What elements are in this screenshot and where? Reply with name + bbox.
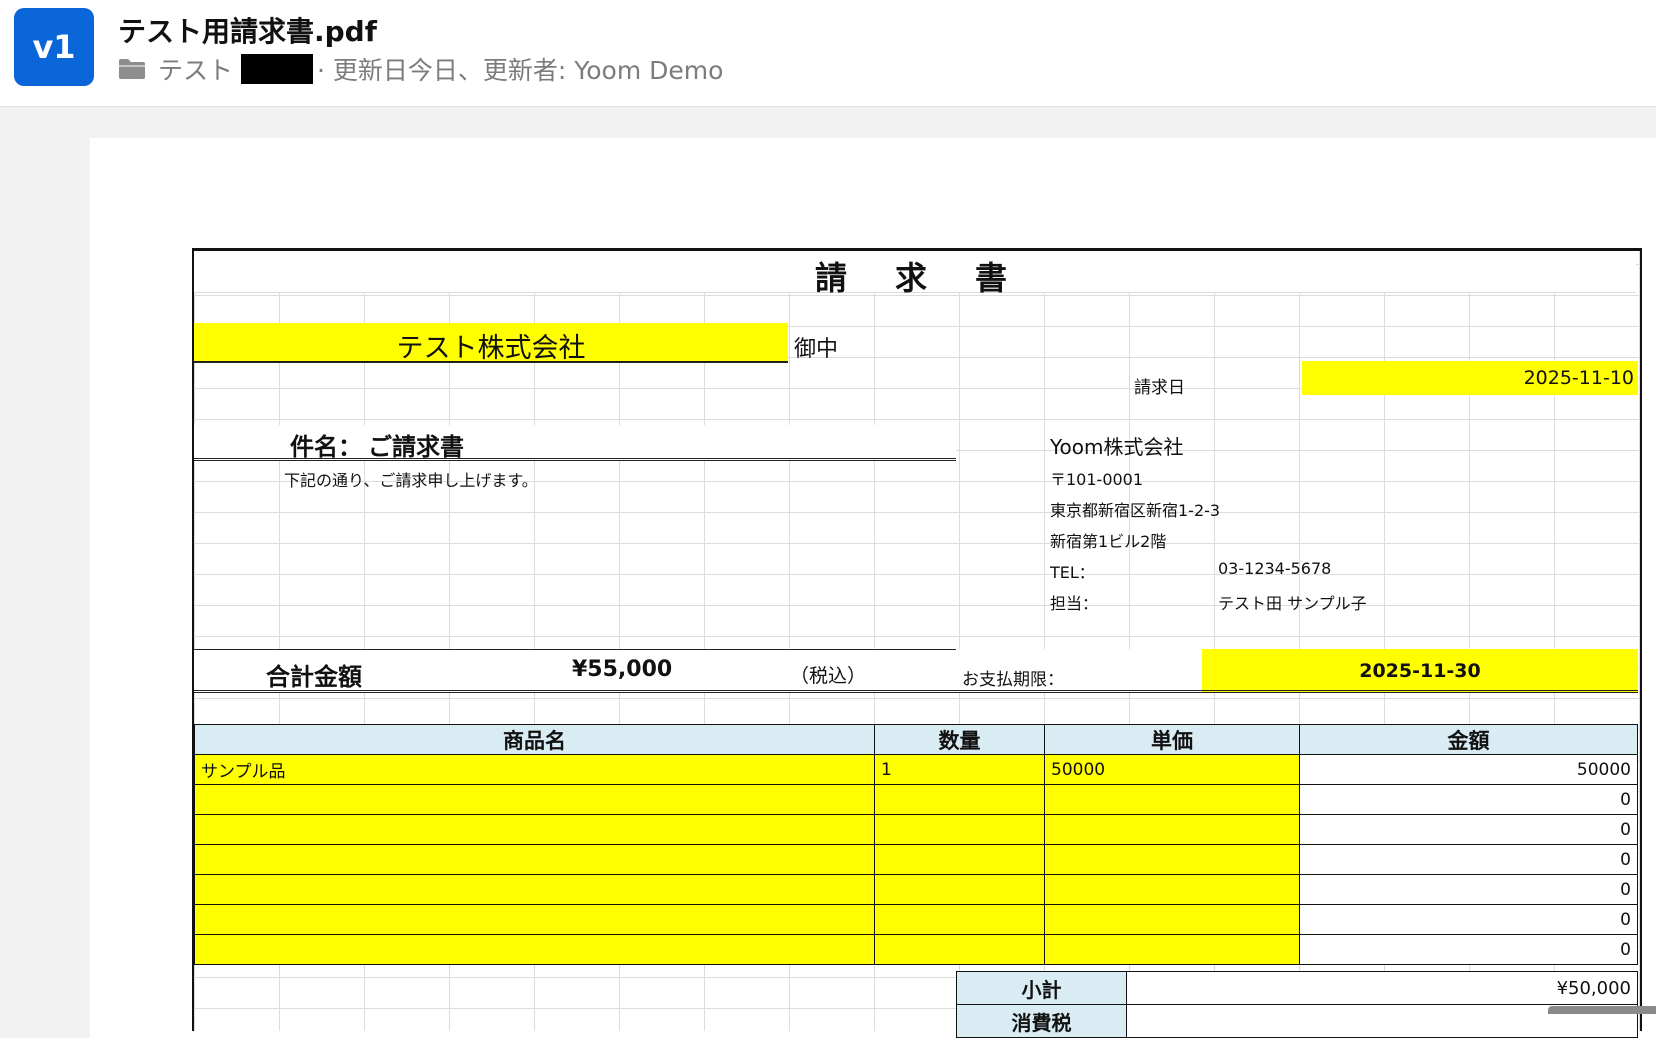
issuer-company: Yoom株式会社 [1050,435,1184,459]
recipient-name: テスト株式会社 [396,333,586,364]
total-label: 合計金額 [266,663,362,691]
item-name-cell[interactable] [194,934,875,965]
file-header: v1 テスト用請求書.pdf テスト · 更新日今日、更新者: Yoom Dem… [0,0,1656,107]
subject-row: 件名： ご請求書 [194,425,956,461]
item-amount-cell: 0 [1299,784,1638,815]
item-unit-price-cell[interactable] [1044,784,1300,815]
title-row: 請 求 書 [194,251,1636,297]
invoice-date-cell[interactable]: 2025-11-10 [1302,361,1638,395]
tel-value: 03-1234-5678 [1218,559,1332,578]
item-unit-price-cell[interactable] [1044,934,1300,965]
item-amount-cell: 0 [1299,874,1638,905]
subtotal-value: ¥50,000 [1126,971,1638,1005]
item-unit-price-cell[interactable]: 50000 [1044,754,1300,785]
tel-label: TEL： [1050,563,1095,582]
col-header-unit-price: 単価 [1044,724,1300,755]
item-qty-cell[interactable] [874,814,1045,845]
issuer-address-2: 新宿第1ビル2階 [1050,532,1167,551]
file-title: テスト用請求書.pdf [118,15,377,48]
col-header-item: 商品名 [194,724,875,755]
version-badge[interactable]: v1 [14,8,94,86]
tax-label: 消費税 [956,1004,1127,1038]
item-name-cell[interactable] [194,844,875,875]
item-unit-price-cell[interactable] [1044,844,1300,875]
tax-note: （税込） [790,665,867,687]
issuer-postal: 〒101-0001 [1050,470,1144,489]
recipient-suffix: 御中 [794,337,839,362]
due-label-cell: お支払期限： [956,649,1202,693]
item-qty-cell[interactable] [874,874,1045,905]
item-qty-cell[interactable] [874,844,1045,875]
issuer-address-1: 東京都新宿区新宿1-2-3 [1050,501,1221,520]
due-label: お支払期限： [962,670,1064,690]
recipient-cell[interactable]: テスト株式会社 [194,323,788,364]
horizontal-scrollbar[interactable] [1548,1006,1656,1014]
item-qty-cell[interactable] [874,904,1045,935]
invoice-date-label: 請求日 [1134,378,1185,398]
col-header-amount: 金額 [1299,724,1638,755]
subtotal-label: 小計 [956,971,1127,1005]
due-date-cell[interactable]: 2025-11-30 [1202,649,1638,693]
item-unit-price-cell[interactable] [1044,904,1300,935]
col-header-qty: 数量 [874,724,1045,755]
contact-label: 担当： [1050,594,1099,613]
update-info: · 更新日今日、更新者: Yoom Demo [317,56,724,85]
contact-value: テスト田 サンプル子 [1218,594,1367,613]
due-date: 2025-11-30 [1359,660,1481,682]
item-amount-cell: 0 [1299,904,1638,935]
item-amount-cell: 0 [1299,844,1638,875]
item-unit-price-cell[interactable] [1044,814,1300,845]
folder-icon [119,59,145,79]
item-amount-cell: 0 [1299,934,1638,965]
total-amount: ¥55,000 [572,657,673,682]
item-name-cell[interactable] [194,784,875,815]
redacted-block [241,54,314,84]
subject-value[interactable]: ご請求書 [368,427,464,462]
invoice-title: 請 求 書 [814,259,1015,297]
item-qty-cell[interactable]: 1 [874,754,1045,785]
item-name-cell[interactable]: サンプル品 [194,754,875,785]
item-qty-cell[interactable] [874,784,1045,815]
invoice-sheet: 請 求 書 テスト株式会社 御中 請求日 2025-11-10 件名： ご請求書… [192,248,1642,1038]
item-name-cell[interactable] [194,874,875,905]
file-meta: テスト · 更新日今日、更新者: Yoom Demo [118,52,723,86]
item-qty-cell[interactable] [874,934,1045,965]
item-amount-cell: 0 [1299,814,1638,845]
folder-name[interactable]: テスト [158,51,233,87]
intro-text: 下記の通り、ご請求申し上げます。 [284,471,538,490]
item-unit-price-cell[interactable] [1044,874,1300,905]
total-row: 合計金額 ¥55,000 （税込） [194,649,956,693]
subject-label: 件名： [290,433,362,461]
item-name-cell[interactable] [194,904,875,935]
item-amount-cell: 50000 [1299,754,1638,785]
item-name-cell[interactable] [194,814,875,845]
invoice-date: 2025-11-10 [1523,367,1634,389]
